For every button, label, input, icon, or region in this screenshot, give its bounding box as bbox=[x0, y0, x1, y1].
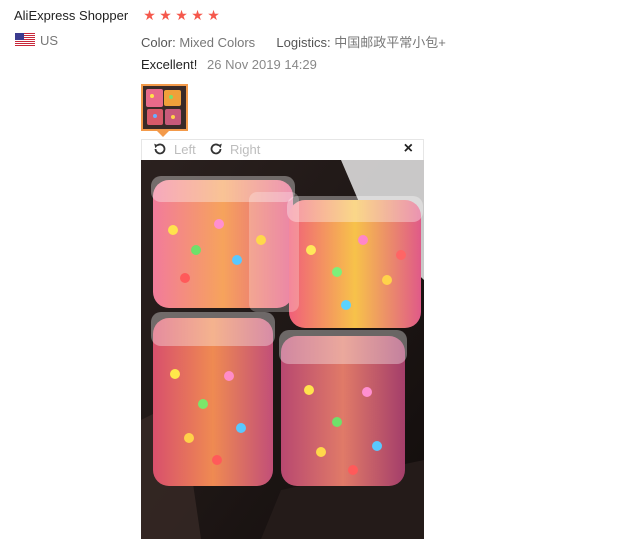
rotate-left-icon bbox=[152, 141, 168, 157]
order-info: Color: Mixed Colors Logistics: 中国邮政平常小包+ bbox=[141, 32, 446, 51]
star-icon: ★ bbox=[207, 7, 220, 23]
star-icon: ★ bbox=[175, 7, 188, 23]
reviewer-country: US bbox=[40, 33, 59, 48]
rotate-right-label: Right bbox=[230, 141, 261, 157]
rotate-left-button[interactable]: Left bbox=[152, 141, 196, 157]
logistics-label: Logistics: bbox=[276, 35, 331, 50]
review-photo-large bbox=[141, 160, 424, 539]
star-icon: ★ bbox=[191, 7, 204, 23]
us-flag-icon bbox=[15, 33, 35, 46]
rotate-right-icon bbox=[208, 141, 224, 157]
color-value: Mixed Colors bbox=[179, 35, 256, 50]
reviewer-name: AliExpress Shopper bbox=[14, 8, 129, 23]
star-icon: ★ bbox=[143, 7, 156, 23]
feedback-text: Excellent! bbox=[141, 57, 198, 72]
feedback-date: 26 Nov 2019 14:29 bbox=[207, 57, 317, 72]
star-icon: ★ bbox=[159, 7, 172, 23]
image-viewer-toolbar: Left Right × bbox=[141, 139, 424, 160]
logistics-value: 中国邮政平常小包+ bbox=[334, 35, 446, 50]
rotate-left-label: Left bbox=[174, 141, 196, 157]
thumbnail-pointer bbox=[157, 131, 169, 137]
rating-stars: ★ ★ ★ ★ ★ bbox=[142, 7, 221, 23]
close-icon[interactable]: × bbox=[404, 140, 413, 158]
rotate-right-button[interactable]: Right bbox=[208, 141, 260, 157]
color-label: Color: bbox=[141, 35, 176, 50]
feedback-line: Excellent! 26 Nov 2019 14:29 bbox=[141, 57, 317, 72]
review-photo-thumbnail[interactable] bbox=[141, 84, 188, 131]
